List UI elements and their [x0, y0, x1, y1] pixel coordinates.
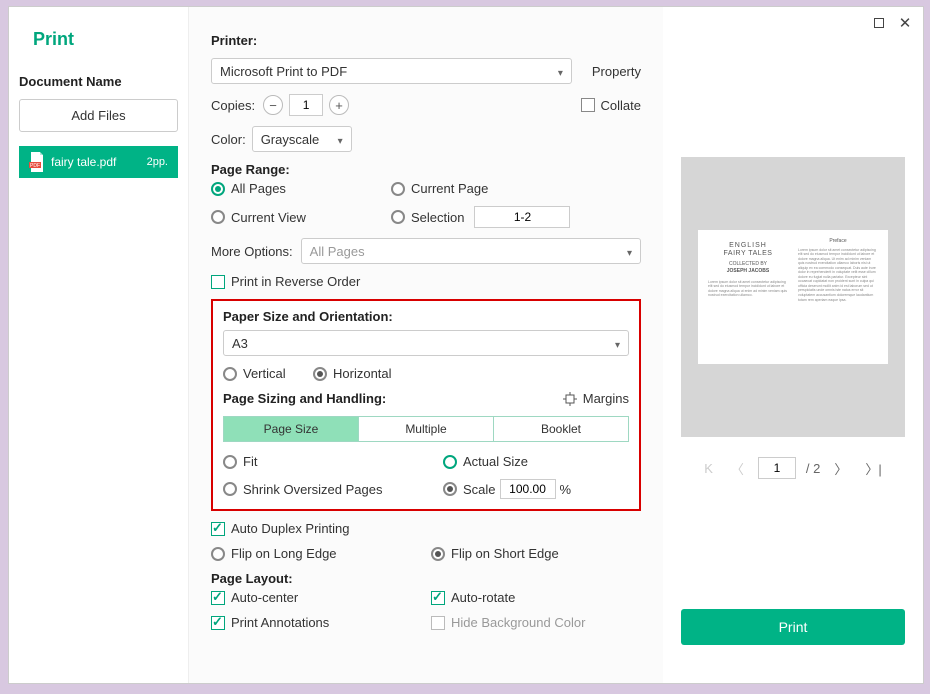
more-options-label: More Options:: [211, 244, 293, 259]
more-options-value: All Pages: [310, 244, 365, 259]
window-controls: ✕: [871, 15, 913, 31]
annotations-checkbox[interactable]: Print Annotations: [211, 615, 431, 630]
file-page-count: 2pp.: [147, 156, 168, 168]
page-preview: ENGLISH FAIRY TALES COLLECTED BY JOSEPH …: [681, 157, 905, 437]
chevron-down-icon: [627, 244, 632, 259]
flip-long-radio[interactable]: Flip on Long Edge: [211, 546, 431, 561]
settings-panel: Printer: Microsoft Print to PDF Property…: [189, 7, 663, 683]
highlighted-section: Paper Size and Orientation: A3 Vertical …: [211, 299, 641, 511]
chevron-down-icon: [615, 336, 620, 351]
actual-size-radio[interactable]: Actual Size: [443, 454, 528, 469]
printer-value: Microsoft Print to PDF: [220, 64, 347, 79]
maximize-button[interactable]: [871, 15, 887, 31]
pager-first[interactable]: K: [700, 461, 717, 476]
paper-label: Paper Size and Orientation:: [223, 309, 393, 324]
duplex-checkbox[interactable]: Auto Duplex Printing: [211, 521, 350, 536]
layout-label: Page Layout:: [211, 571, 293, 586]
selection-range-input[interactable]: [474, 206, 570, 228]
shrink-radio[interactable]: Shrink Oversized Pages: [223, 482, 443, 497]
scale-radio[interactable]: Scale: [443, 482, 496, 497]
auto-rotate-checkbox[interactable]: Auto-rotate: [431, 590, 515, 605]
preview-blurb-right: Lorem ipsum dolor sit amet consectetur a…: [798, 248, 878, 303]
flip-short-radio[interactable]: Flip on Short Edge: [431, 546, 559, 561]
print-button[interactable]: Print: [681, 609, 905, 645]
pdf-file-icon: PDF: [29, 152, 45, 172]
auto-center-checkbox[interactable]: Auto-center: [211, 590, 431, 605]
scale-input[interactable]: [500, 479, 556, 499]
copies-decrement[interactable]: −: [263, 95, 283, 115]
vertical-radio[interactable]: Vertical: [223, 366, 313, 381]
document-name-label: Document Name: [19, 74, 178, 89]
current-page-radio[interactable]: Current Page: [391, 181, 488, 196]
preview-author: JOSEPH JACOBS: [727, 268, 770, 274]
paper-size-dropdown[interactable]: A3: [223, 330, 629, 356]
chevron-down-icon: [338, 132, 343, 147]
preview-page: ENGLISH FAIRY TALES COLLECTED BY JOSEPH …: [698, 230, 888, 364]
property-link[interactable]: Property: [592, 64, 641, 79]
all-pages-radio[interactable]: All Pages: [211, 181, 391, 196]
preview-right-header: Preface: [798, 238, 878, 245]
copies-label: Copies:: [211, 98, 255, 113]
pager-page-input[interactable]: [758, 457, 796, 479]
close-button[interactable]: ✕: [897, 15, 913, 31]
chevron-down-icon: [558, 64, 563, 79]
hide-bg-checkbox[interactable]: Hide Background Color: [431, 615, 585, 630]
pager-prev[interactable]: 〈: [727, 459, 748, 478]
reverse-order-checkbox[interactable]: Print in Reverse Order: [211, 274, 360, 289]
svg-text:PDF: PDF: [30, 163, 40, 169]
paper-value: A3: [232, 336, 248, 351]
left-panel: Print Document Name Add Files PDF fairy …: [9, 7, 189, 683]
printer-label: Printer:: [211, 33, 257, 48]
file-name: fairy tale.pdf: [51, 155, 141, 169]
pager: K 〈 / 2 〉 〉|: [681, 457, 905, 479]
horizontal-radio[interactable]: Horizontal: [313, 366, 392, 381]
tab-page-size[interactable]: Page Size: [224, 417, 359, 441]
printer-dropdown[interactable]: Microsoft Print to PDF: [211, 58, 572, 84]
preview-title1: ENGLISH: [729, 242, 767, 250]
file-row[interactable]: PDF fairy tale.pdf 2pp.: [19, 146, 178, 178]
color-dropdown[interactable]: Grayscale: [252, 126, 352, 152]
current-view-radio[interactable]: Current View: [211, 210, 391, 225]
sizing-tabbar: Page Size Multiple Booklet: [223, 416, 629, 442]
copies-input[interactable]: [289, 94, 323, 116]
pager-last[interactable]: 〉|: [861, 459, 885, 478]
copies-increment[interactable]: +: [329, 95, 349, 115]
sizing-label: Page Sizing and Handling:: [223, 391, 386, 406]
print-dialog: ✕ Print Document Name Add Files PDF fair…: [8, 6, 924, 684]
margins-icon: [563, 392, 577, 406]
preview-title2: FAIRY TALES: [724, 250, 773, 258]
tab-multiple[interactable]: Multiple: [359, 417, 494, 441]
color-label: Color:: [211, 132, 246, 147]
dialog-title: Print: [33, 29, 178, 50]
margins-button[interactable]: Margins: [563, 391, 629, 406]
add-files-button[interactable]: Add Files: [19, 99, 178, 132]
preview-panel: ENGLISH FAIRY TALES COLLECTED BY JOSEPH …: [663, 7, 923, 683]
preview-blurb-left: Lorem ipsum dolor sit amet consectetur a…: [708, 280, 788, 298]
tab-booklet[interactable]: Booklet: [494, 417, 628, 441]
selection-radio[interactable]: Selection: [391, 210, 464, 225]
fit-radio[interactable]: Fit: [223, 454, 443, 469]
pager-next[interactable]: 〉: [830, 459, 851, 478]
color-value: Grayscale: [261, 132, 320, 147]
preview-collected: COLLECTED BY: [729, 261, 767, 267]
collate-checkbox[interactable]: Collate: [581, 98, 641, 113]
scale-unit: %: [560, 482, 572, 497]
more-options-dropdown[interactable]: All Pages: [301, 238, 641, 264]
page-range-label: Page Range:: [211, 162, 290, 177]
pager-total: / 2: [806, 461, 820, 476]
